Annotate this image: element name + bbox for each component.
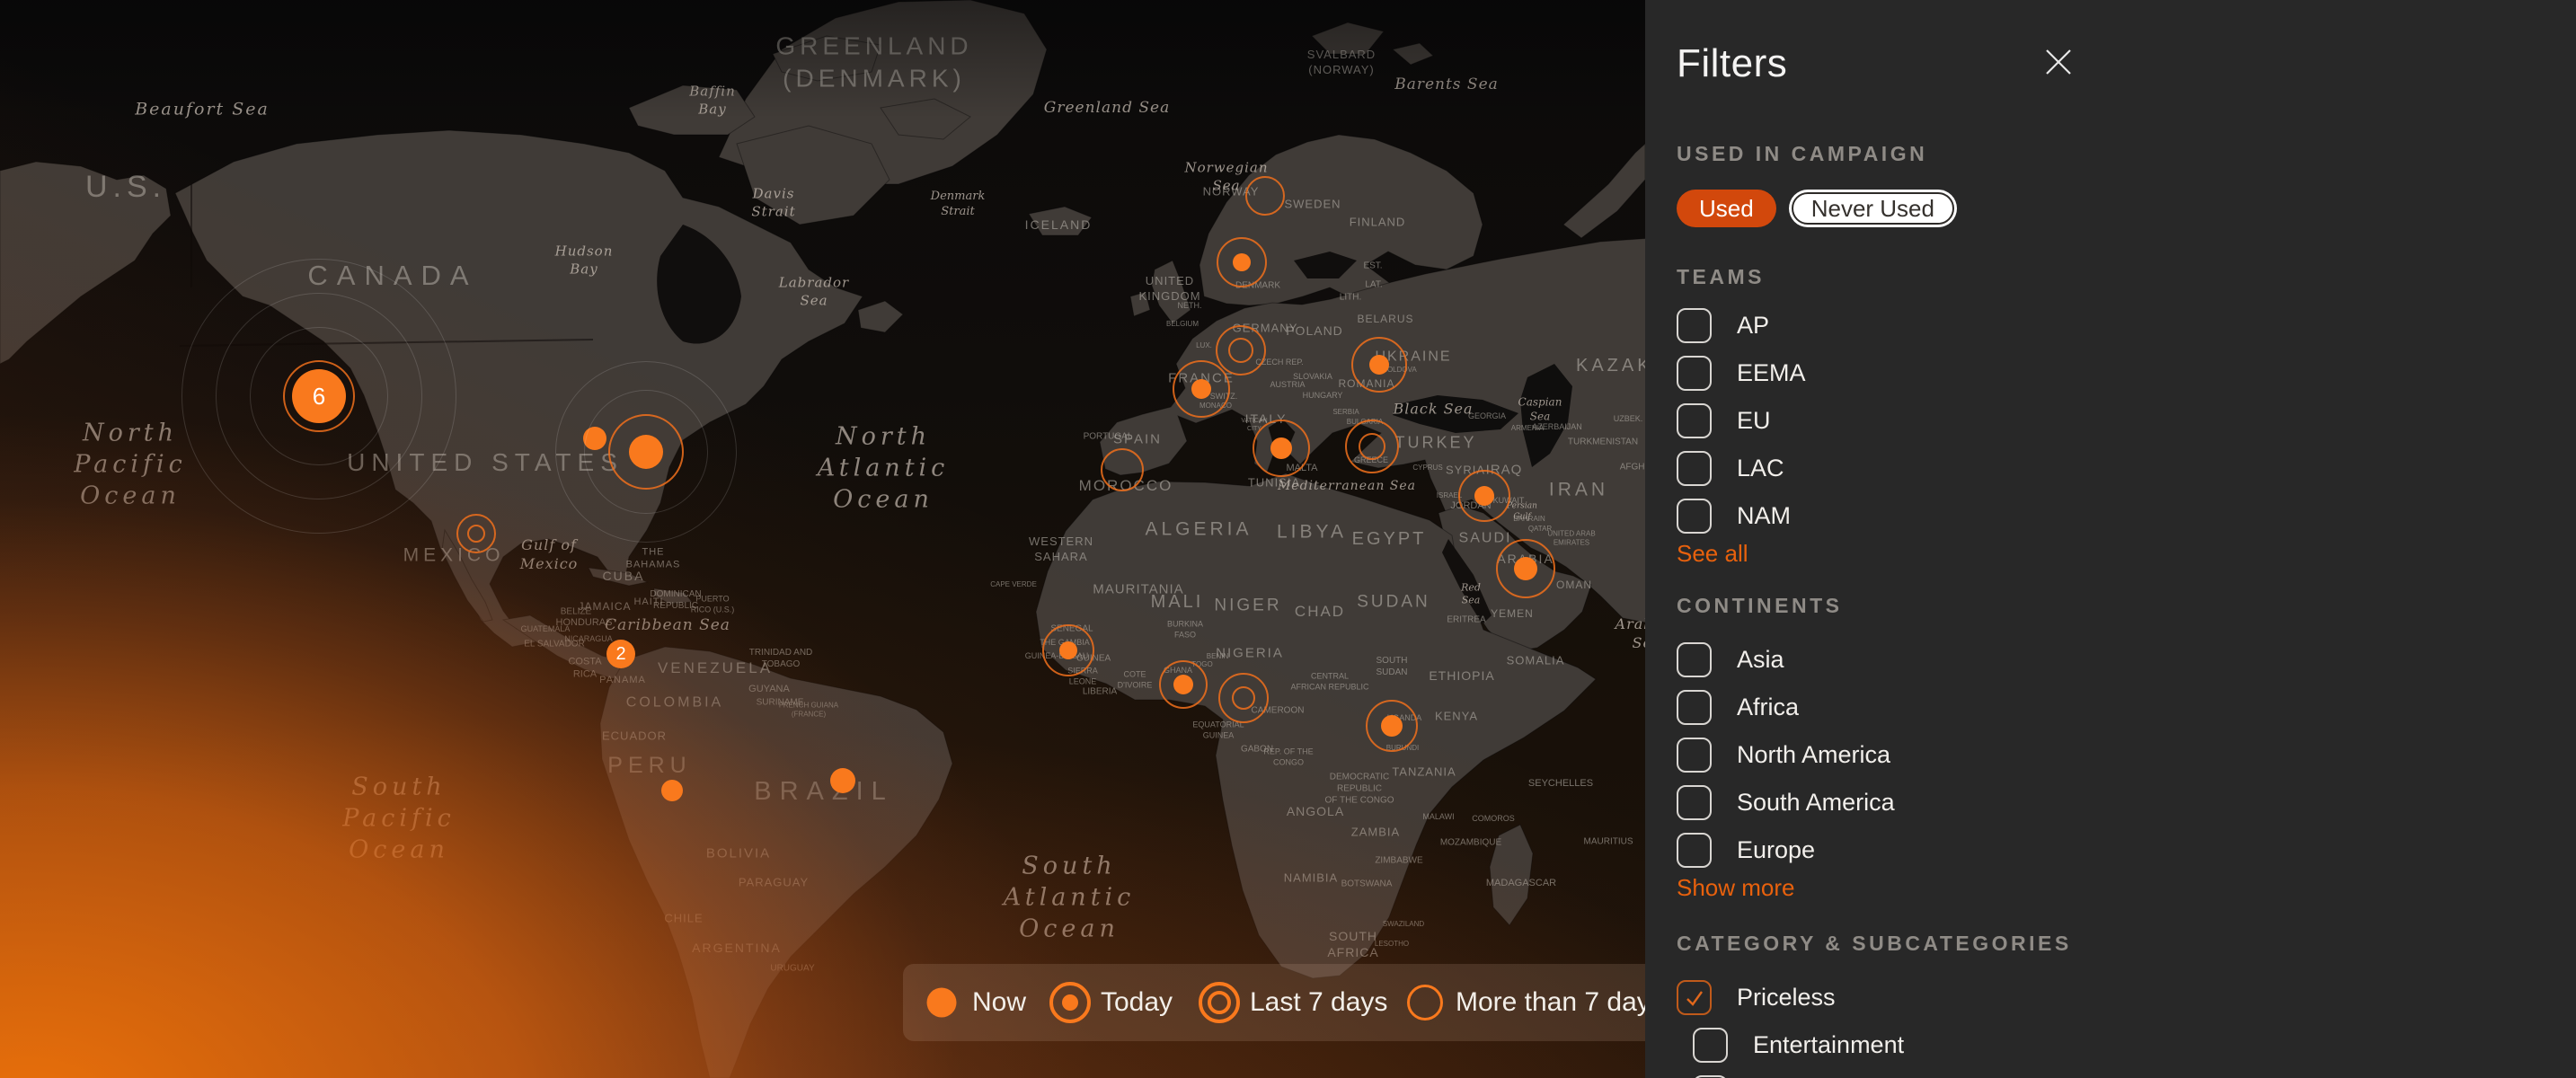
marker-ring: [467, 525, 485, 543]
chip-never-used[interactable]: Never Used: [1789, 190, 1957, 227]
show-more-link[interactable]: Show more: [1677, 874, 1795, 901]
legend-item-now: Now: [925, 964, 1026, 1041]
checkbox-unchecked[interactable]: [1693, 1028, 1728, 1063]
legend-label: Today: [1101, 987, 1173, 1018]
marker-ring: [1101, 448, 1144, 491]
checkbox-unchecked[interactable]: [1677, 451, 1712, 486]
marker-ring: [1245, 176, 1285, 216]
checkbox-unchecked[interactable]: [1677, 403, 1712, 438]
checkbox-unchecked[interactable]: [1677, 833, 1712, 868]
map-legend: NowTodayLast 7 daysMore than 7 days ago: [903, 964, 1717, 1041]
see-all-link[interactable]: See all: [1677, 540, 1748, 567]
section-continents: CONTINENTS: [1677, 594, 2576, 618]
checkbox-label: South America: [1737, 789, 1895, 817]
checkbox-label: Africa: [1737, 694, 1799, 721]
checkbox-unchecked[interactable]: [1677, 499, 1712, 534]
team-ap[interactable]: AP: [1677, 302, 2576, 349]
checkbox-label: Asia: [1737, 646, 1784, 674]
legend-label: Now: [972, 987, 1026, 1018]
continents-list: Asia Africa North America South America Euro…: [1677, 636, 2576, 874]
checkbox-label: NAM: [1737, 502, 1791, 530]
checkbox-label: LAC: [1737, 455, 1784, 482]
marker-dot: [830, 768, 855, 793]
category-entertainment[interactable]: Entertainment: [1677, 1021, 2576, 1069]
marker-dot: [1270, 437, 1292, 459]
section-teams: TEAMS: [1677, 265, 2576, 289]
category-truncated[interactable]: [1677, 1069, 2576, 1078]
marker-dot: [1233, 253, 1251, 271]
checkbox-unchecked[interactable]: [1677, 308, 1712, 343]
continent-asia[interactable]: Asia: [1677, 636, 2576, 684]
marker-ring: [1359, 433, 1385, 460]
checkbox-label: Entertainment: [1753, 1031, 1904, 1059]
category-list: Priceless Entertainment: [1677, 974, 2576, 1078]
app-window: GREENLAND (Denmark)U.S.CANADAUNITED STAT…: [0, 0, 2576, 1078]
continent-north-america[interactable]: North America: [1677, 731, 2576, 779]
checkbox-checked[interactable]: [1677, 980, 1712, 1015]
checkbox-unchecked[interactable]: [1677, 356, 1712, 391]
checkbox-unchecked[interactable]: [1677, 785, 1712, 820]
checkbox-unchecked[interactable]: [1677, 738, 1712, 773]
team-nam[interactable]: NAM: [1677, 492, 2576, 540]
filters-panel: Filters USED IN CAMPAIGN UsedNever Used …: [1645, 0, 2576, 1078]
ring-icon: [1408, 985, 1442, 1020]
continent-south-america[interactable]: South America: [1677, 779, 2576, 826]
checkbox-unchecked[interactable]: [1677, 690, 1712, 725]
teams-list: AP EEMA EU LAC NAM: [1677, 302, 2576, 540]
section-category: CATEGORY & SUBCATEGORIES: [1677, 932, 2576, 956]
cluster-dot: 2: [606, 640, 635, 668]
checkbox-label: Europe: [1737, 836, 1815, 864]
dot-ring-icon: [1053, 985, 1087, 1020]
checkbox-label: AP: [1737, 312, 1769, 340]
panel-title: Filters: [1677, 41, 2576, 86]
double-ring-icon: [1202, 985, 1236, 1020]
used-chip-group: Used Never Used: [1677, 190, 2576, 227]
checkbox-label: EEMA: [1737, 359, 1806, 387]
team-eema[interactable]: EEMA: [1677, 349, 2576, 397]
marker-dot: [1514, 557, 1537, 580]
team-eu[interactable]: EU: [1677, 397, 2576, 445]
marker-dot: [1191, 379, 1211, 399]
dot-icon: [925, 985, 959, 1020]
category-priceless[interactable]: Priceless: [1677, 974, 2576, 1021]
checkbox-label: North America: [1737, 741, 1890, 769]
marker-dot: [1369, 355, 1389, 375]
marker-ring: [1228, 338, 1253, 363]
marker-dot: [1474, 486, 1494, 506]
checkbox-label: EU: [1737, 407, 1771, 435]
legend-label: Last 7 days: [1250, 987, 1387, 1018]
close-icon[interactable]: [2039, 43, 2078, 83]
checkbox-unchecked[interactable]: [1677, 642, 1712, 677]
marker-dot: [629, 435, 663, 469]
team-lac[interactable]: LAC: [1677, 445, 2576, 492]
chip-used[interactable]: Used: [1677, 190, 1776, 227]
continent-africa[interactable]: Africa: [1677, 684, 2576, 731]
marker-ring: [1232, 686, 1255, 710]
marker-dot: [1173, 675, 1193, 694]
marker-dot: [661, 780, 683, 801]
section-used-in-campaign: USED IN CAMPAIGN: [1677, 142, 2576, 166]
legend-item-last-7-days: Last 7 days: [1202, 964, 1387, 1041]
marker-dot: [1381, 715, 1403, 737]
legend-item-today: Today: [1053, 964, 1173, 1041]
checkbox-label: Priceless: [1737, 984, 1836, 1012]
cluster-dot: 6: [292, 369, 346, 423]
continent-europe[interactable]: Europe: [1677, 826, 2576, 874]
marker-dot: [1059, 641, 1077, 659]
